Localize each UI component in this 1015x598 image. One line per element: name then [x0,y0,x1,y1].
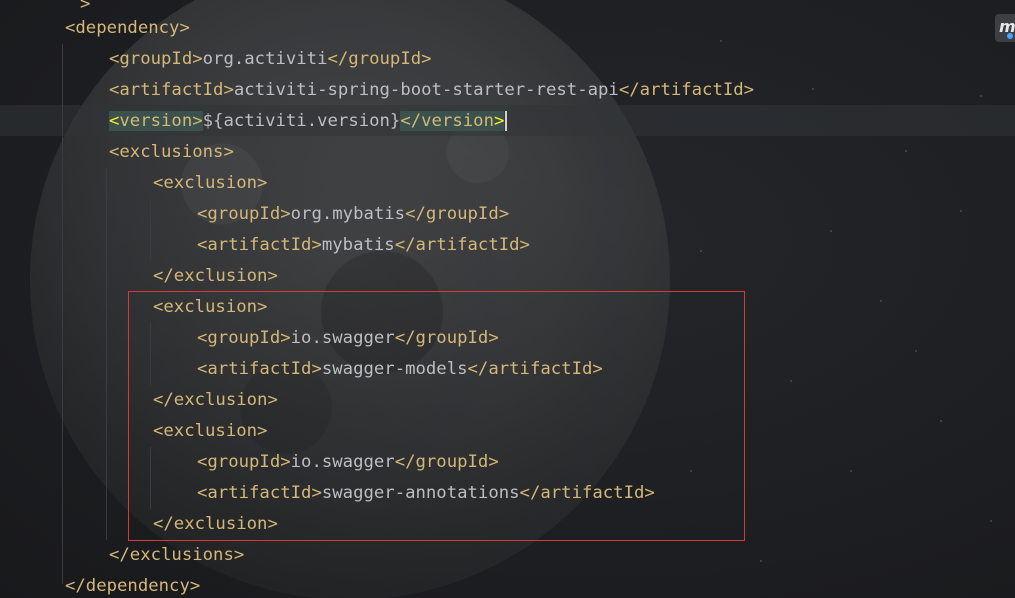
xml-tag: </dependency> [65,576,201,596]
star [812,88,814,90]
xml-tag: > [192,111,203,131]
matched-bracket: < [109,111,120,131]
code-line[interactable]: <groupId>org.activiti</groupId> [109,44,432,75]
code-editor[interactable]: > <dependency> <groupId>org.activiti</gro… [0,0,1015,598]
indent-guide [106,168,107,540]
star [990,520,992,522]
xml-tag: version [119,111,193,131]
clipped-line-fragment: > [80,0,91,14]
xml-tag: <exclusion> [153,173,268,193]
xml-text: activiti-spring-boot-starter-rest-api [233,80,619,100]
matched-bracket: > [493,111,505,131]
indent-guide [62,44,63,584]
star [790,380,792,382]
code-line[interactable]: <exclusions> [109,137,234,168]
xml-text: org.mybatis [290,204,406,224]
xml-tag: </exclusion> [153,266,278,286]
xml-tag: </exclusions> [109,545,245,565]
xml-tag: </groupId> [327,49,432,69]
star [880,300,882,302]
xml-tag: <artifactId> [109,80,234,100]
xml-tag: <exclusions> [109,142,234,162]
code-line[interactable]: <exclusion> [153,168,267,199]
xml-tag: </version [400,111,494,131]
xml-text: ${activiti.version} [202,111,401,131]
xml-tag: <artifactId> [197,235,322,255]
refresh-indicator-icon [1007,33,1013,39]
star [830,230,832,232]
star [980,95,982,97]
xml-text: org.activiti [202,49,328,69]
star [850,470,852,472]
code-line[interactable]: <artifactId>activiti-spring-boot-starter… [109,75,754,106]
code-line[interactable]: <groupId>org.mybatis</groupId> [197,199,509,230]
star [700,250,702,252]
code-line[interactable]: </exclusions> [109,540,244,571]
code-line[interactable]: <version>${activiti.version}</version> [109,106,508,137]
xml-tag: </groupId> [405,204,510,224]
xml-tag: </artifactId> [394,235,530,255]
xml-tag: <groupId> [197,204,291,224]
code-line[interactable]: </exclusion> [153,261,278,292]
star [960,210,962,212]
text-caret [505,111,508,131]
star [915,350,917,352]
star [905,150,907,152]
code-line[interactable]: <dependency> [65,13,190,44]
code-line[interactable]: <artifactId>mybatis</artifactId> [197,230,530,261]
xml-tag: </artifactId> [618,80,755,100]
annotation-highlight-box [128,291,745,541]
xml-tag: <groupId> [109,49,203,69]
xml-tag: <dependency> [65,18,190,38]
maven-icon[interactable]: m [995,14,1015,42]
indent-guide [150,199,151,261]
star [720,40,722,42]
xml-text: mybatis [321,235,395,255]
star [760,560,762,562]
star [940,420,942,422]
code-line[interactable]: </dependency> [65,571,200,598]
